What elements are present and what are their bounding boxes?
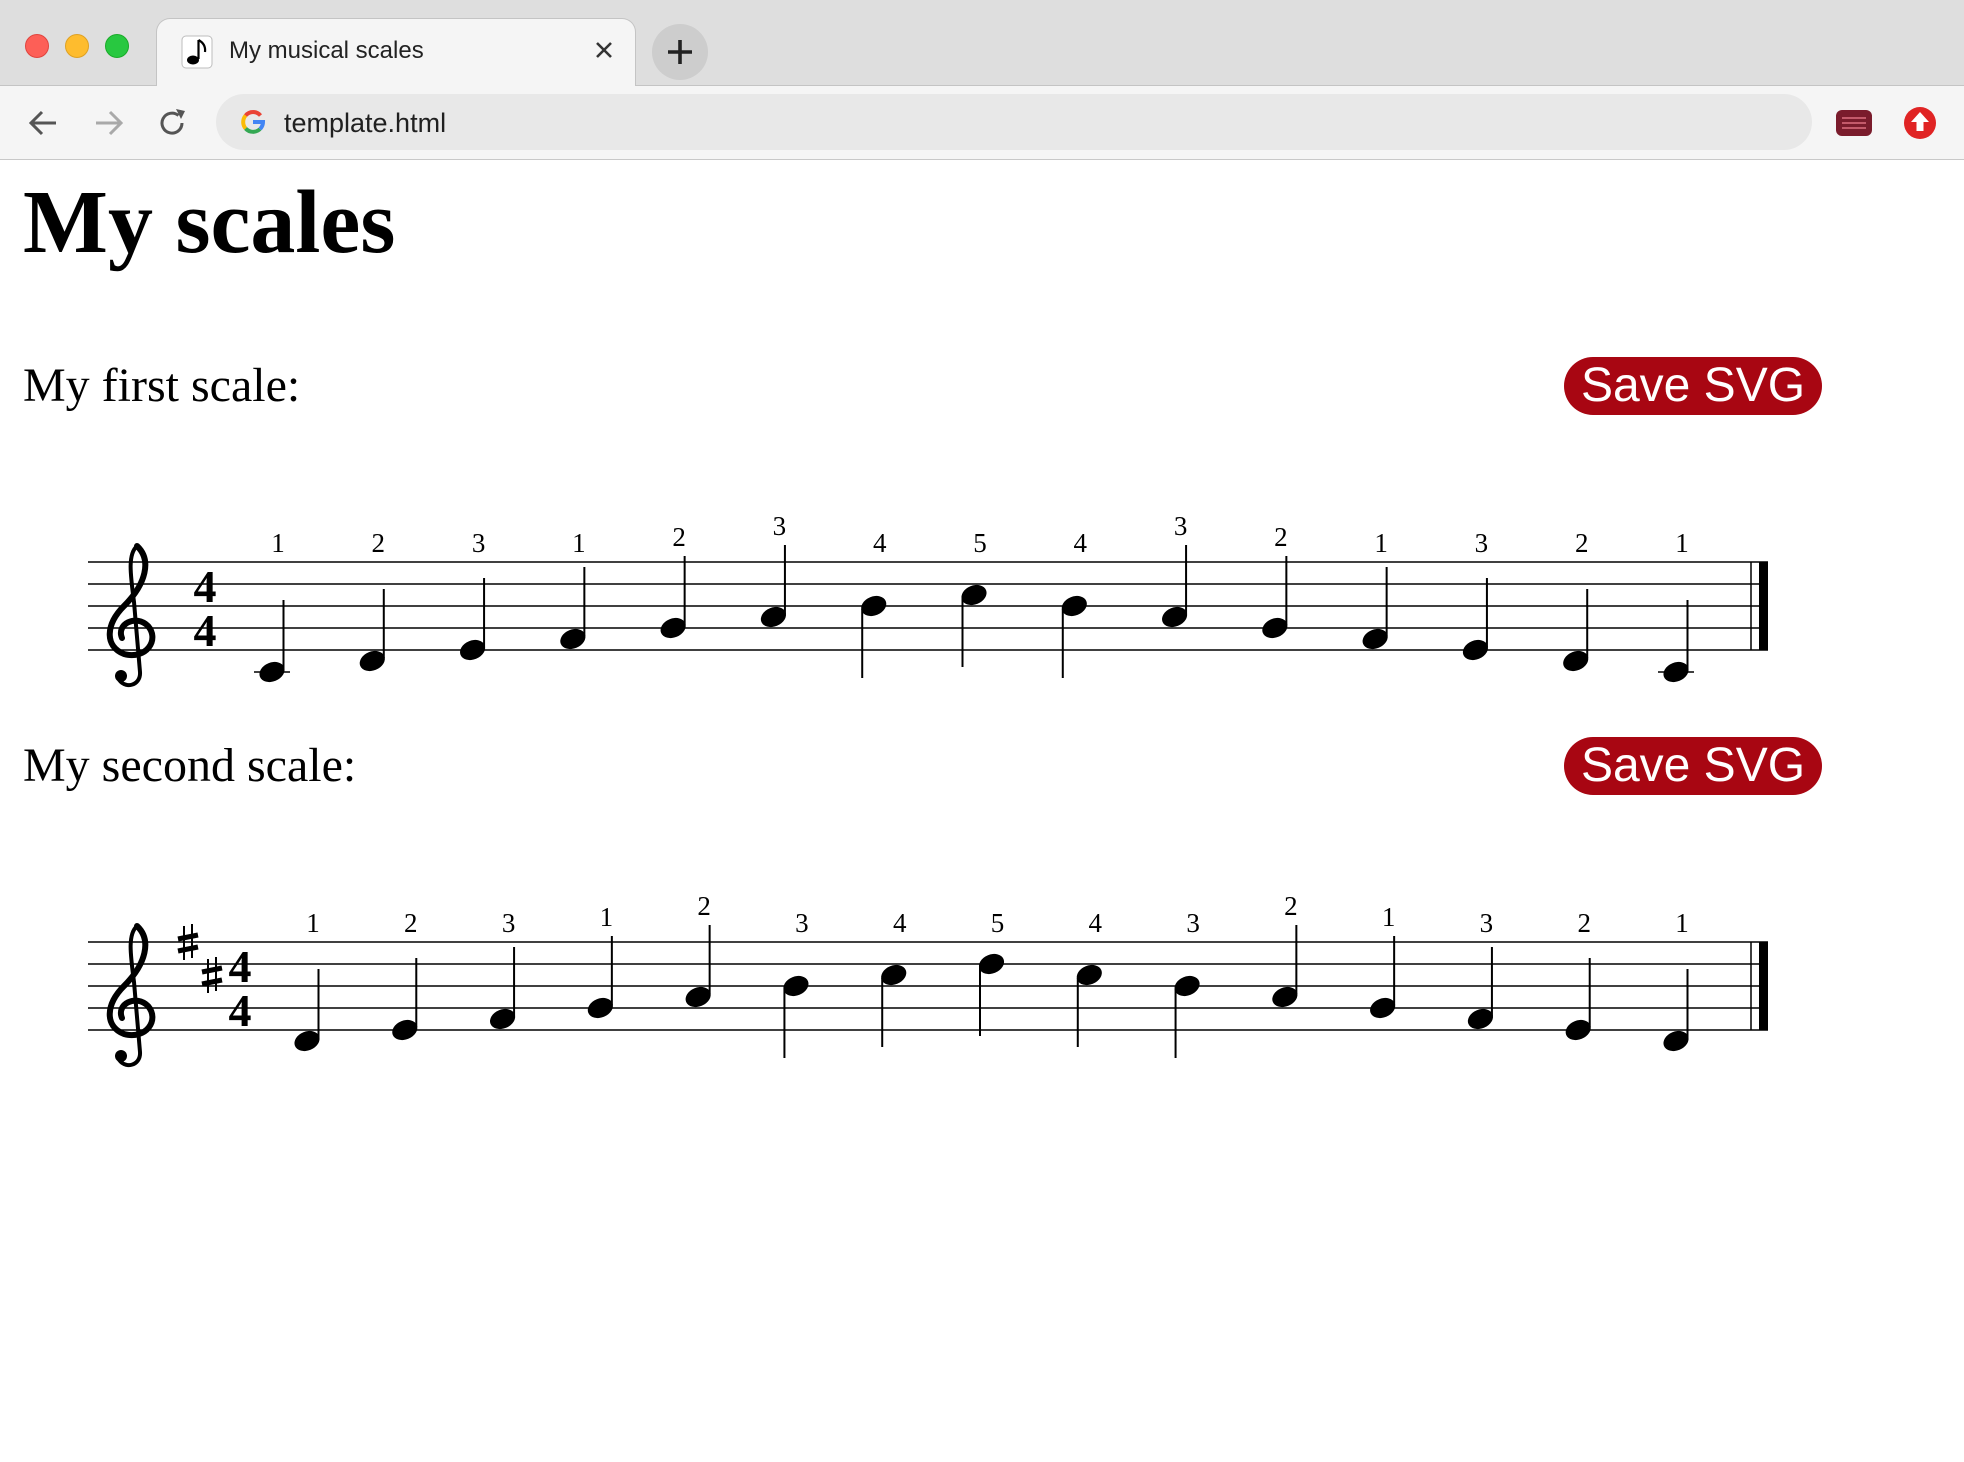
fingering-number: 3 [795, 908, 809, 938]
close-icon[interactable] [591, 37, 617, 63]
plus-icon [668, 40, 692, 64]
note: 4 [1076, 908, 1103, 1047]
note: 5 [978, 908, 1005, 1036]
browser-toolbar: template.html [0, 86, 1964, 160]
note: 1 [1658, 528, 1694, 683]
address-bar[interactable]: template.html [216, 94, 1812, 150]
window-maximize-button[interactable] [105, 34, 129, 58]
window-minimize-button[interactable] [65, 34, 89, 58]
fingering-number: 2 [372, 528, 386, 558]
note: 2 [660, 522, 686, 639]
note: 4 [1061, 528, 1088, 678]
new-tab-button[interactable] [652, 24, 708, 80]
barline-thick [1759, 942, 1768, 1030]
note: 3 [1462, 528, 1489, 661]
note: 2 [1563, 528, 1589, 672]
window-close-button[interactable] [25, 34, 49, 58]
tab-title: My musical scales [229, 37, 424, 64]
note: 3 [490, 908, 516, 1030]
note: 4 [881, 908, 907, 1047]
fingering-number: 3 [1480, 908, 1494, 938]
fingering-number: 4 [1074, 528, 1088, 558]
extension-red-icon[interactable] [1834, 104, 1874, 142]
scale-2-staff: 441 2 3 1 23 4 5 4 32 1 3 2 1 [88, 891, 1768, 1068]
note: 2 [1272, 891, 1298, 1008]
note: 4 [861, 528, 887, 678]
fingering-number: 3 [502, 908, 516, 938]
fingering-number: 1 [1675, 528, 1689, 558]
note: 1 [560, 528, 586, 650]
page-title: My scales [23, 173, 396, 272]
note: 1 [1663, 908, 1689, 1052]
fingering-number: 3 [773, 511, 787, 541]
note: 1 [1362, 528, 1388, 650]
note: 2 [685, 891, 711, 1008]
url-text: template.html [284, 108, 447, 138]
treble-clef-icon [106, 923, 156, 1068]
note: 2 [392, 908, 418, 1041]
fingering-number: 3 [1186, 908, 1200, 938]
fingering-number: 1 [271, 528, 285, 558]
note: 3 [760, 511, 787, 628]
note: 1 [254, 528, 290, 683]
time-signature-bottom: 4 [194, 605, 217, 656]
reload-icon[interactable] [154, 105, 190, 141]
fingering-number: 4 [1089, 908, 1103, 938]
fingering-number: 1 [1675, 908, 1689, 938]
fingering-number: 1 [306, 908, 320, 938]
tab-strip: My musical scales [0, 0, 1964, 87]
scale-label: My second scale: [23, 739, 357, 792]
fingering-number: 5 [973, 528, 987, 558]
time-signature-bottom: 4 [229, 985, 252, 1036]
treble-clef-icon [106, 543, 156, 688]
browser-tab[interactable]: My musical scales [156, 18, 636, 87]
fingering-number: 2 [1274, 522, 1288, 552]
fingering-number: 1 [572, 528, 586, 558]
fingering-number: 4 [893, 908, 907, 938]
arrow-right-icon[interactable] [90, 105, 126, 141]
note: 2 [1565, 908, 1591, 1041]
note: 2 [1262, 522, 1288, 639]
note: 1 [1370, 902, 1396, 1019]
note: 1 [587, 902, 614, 1019]
fingering-number: 3 [1174, 511, 1188, 541]
fingering-number: 3 [472, 528, 486, 558]
save-svg-button[interactable]: Save SVG [1564, 357, 1822, 415]
fingering-number: 1 [1374, 528, 1388, 558]
note: 3 [783, 908, 809, 1058]
fingering-number: 2 [672, 522, 686, 552]
fingering-number: 5 [991, 908, 1005, 938]
note: 3 [1162, 511, 1188, 628]
fingering-number: 2 [697, 891, 711, 921]
note: 3 [1467, 908, 1494, 1030]
upload-arrow-icon[interactable] [1900, 104, 1940, 142]
sharp-sign-icon [201, 957, 223, 993]
fingering-number: 1 [1382, 902, 1396, 932]
fingering-number: 2 [1577, 908, 1591, 938]
barline-thick [1759, 562, 1768, 650]
scale-1-staff: 441 2 3 1 2 34 5 43 2 1 3 2 1 [88, 511, 1768, 688]
fingering-number: 3 [1475, 528, 1489, 558]
note: 2 [359, 528, 386, 672]
fingering-number: 2 [1284, 891, 1298, 921]
fingering-number: 2 [404, 908, 418, 938]
save-svg-button[interactable]: Save SVG [1564, 737, 1822, 795]
scale-label: My first scale: [23, 359, 301, 412]
fingering-number: 1 [600, 902, 614, 932]
note: 1 [294, 908, 320, 1052]
note: 5 [961, 528, 987, 667]
note: 3 [1174, 908, 1200, 1058]
fingering-number: 4 [873, 528, 887, 558]
note: 3 [460, 528, 486, 661]
google-icon [241, 110, 266, 134]
arrow-left-icon[interactable] [26, 105, 62, 141]
fingering-number: 2 [1575, 528, 1589, 558]
music-note-icon [181, 35, 213, 69]
